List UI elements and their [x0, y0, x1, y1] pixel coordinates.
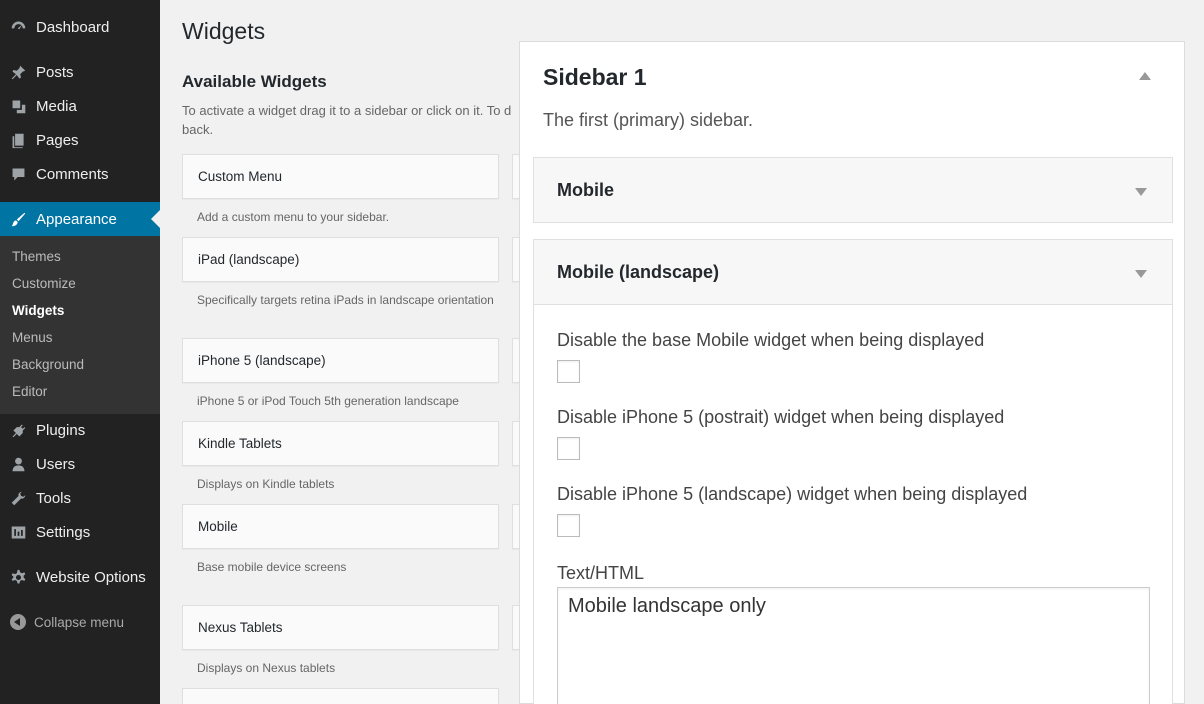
widget-title: iPad (landscape) [198, 252, 300, 267]
disable-mobile-label: Disable the base Mobile widget when bein… [557, 330, 985, 350]
collapse-menu-button[interactable]: Collapse menu [0, 610, 160, 634]
media-icon [9, 97, 27, 115]
menu-item-comments[interactable]: Comments [0, 157, 160, 191]
dashboard-icon [9, 18, 27, 36]
menu-label: Plugins [36, 421, 86, 439]
menu-label: Settings [36, 523, 91, 541]
widget-description: Displays on Kindle tablets [197, 477, 335, 491]
widget-title: Nexus Tablets [198, 620, 283, 635]
widget-nexus-tablets[interactable]: Nexus Tablets [182, 605, 499, 650]
menu-label: Website Options [36, 568, 146, 586]
submenu-editor[interactable]: Editor [12, 384, 47, 399]
menu-item-plugins[interactable]: Plugins [0, 413, 160, 447]
menu-label: Posts [36, 63, 74, 81]
sidebar-title: Sidebar 1 [543, 64, 647, 90]
widget-ipad-landscape[interactable]: iPad (landscape) [182, 237, 499, 282]
menu-item-website-options[interactable]: Website Options [0, 560, 160, 594]
widget-next[interactable] [182, 688, 499, 704]
widget-settings-form: Disable the base Mobile widget when bein… [533, 305, 1173, 704]
widget-mobile[interactable]: Mobile [182, 504, 499, 549]
menu-item-appearance[interactable]: Appearance [0, 202, 160, 236]
menu-label: Media [36, 97, 77, 115]
brush-icon [9, 210, 27, 228]
menu-label: Users [36, 455, 76, 473]
menu-label: Appearance [36, 210, 117, 228]
user-icon [9, 455, 27, 473]
disable-iphone5-landscape-checkbox[interactable] [557, 514, 580, 537]
text-html-textarea[interactable]: Mobile landscape only [557, 587, 1150, 704]
widget-iphone5-landscape[interactable]: iPhone 5 (landscape) [182, 338, 499, 383]
menu-label: Comments [36, 165, 109, 183]
sidebar-widget-title: Mobile (landscape) [557, 262, 720, 282]
page-title: Widgets [182, 18, 266, 44]
sidebar-description: The first (primary) sidebar. [543, 110, 754, 130]
menu-item-posts[interactable]: Posts [0, 55, 160, 89]
collapse-label: Collapse menu [34, 614, 125, 630]
widget-title: iPhone 5 (landscape) [198, 353, 326, 368]
submenu-themes[interactable]: Themes [12, 249, 61, 264]
expand-arrow-icon[interactable] [1134, 267, 1148, 281]
widget-custom-menu[interactable]: Custom Menu [182, 154, 499, 199]
pin-icon [9, 63, 27, 81]
disable-iphone5-portrait-checkbox[interactable] [557, 437, 580, 460]
comment-icon [9, 165, 27, 183]
appearance-submenu: Themes Customize Widgets Menus Backgroun… [0, 236, 160, 414]
sidebar-1-panel: Sidebar 1 The first (primary) sidebar. M… [519, 41, 1185, 704]
widget-title: Mobile [198, 519, 238, 534]
menu-item-pages[interactable]: Pages [0, 123, 160, 157]
disable-mobile-checkbox[interactable] [557, 360, 580, 383]
menu-item-users[interactable]: Users [0, 447, 160, 481]
menu-label: Pages [36, 131, 79, 149]
widget-description: Displays on Nexus tablets [197, 661, 336, 675]
admin-menu: Dashboard Posts Media Pages Comments App… [0, 0, 160, 704]
settings-icon [9, 523, 27, 541]
menu-item-settings[interactable]: Settings [0, 515, 160, 549]
submenu-customize[interactable]: Customize [12, 276, 76, 291]
wrench-icon [9, 489, 27, 507]
available-widgets-desc: To activate a widget drag it to a sideba… [182, 103, 512, 137]
sidebar-widget-mobile-landscape[interactable]: Mobile (landscape) [533, 239, 1173, 305]
text-html-label: Text/HTML [557, 563, 645, 583]
collapse-arrow-icon[interactable] [1138, 69, 1152, 83]
sidebar-widget-mobile[interactable]: Mobile [533, 157, 1173, 223]
menu-label: Dashboard [36, 18, 110, 36]
menu-label: Tools [36, 489, 72, 507]
collapse-icon [10, 614, 26, 630]
disable-iphone5-portrait-label: Disable iPhone 5 (postrait) widget when … [557, 407, 1005, 427]
menu-item-media[interactable]: Media [0, 89, 160, 123]
available-widgets-title: Available Widgets [182, 72, 327, 91]
submenu-menus[interactable]: Menus [12, 330, 53, 345]
sidebar-widget-title: Mobile [557, 180, 614, 200]
expand-arrow-icon[interactable] [1134, 185, 1148, 199]
widget-title: Custom Menu [198, 169, 283, 184]
widget-description: Specifically targets retina iPads in lan… [197, 293, 494, 307]
submenu-background[interactable]: Background [12, 357, 84, 372]
menu-item-dashboard[interactable]: Dashboard [0, 10, 160, 44]
plug-icon [9, 421, 27, 439]
widget-description: Add a custom menu to your sidebar. [197, 210, 390, 224]
gear-icon [9, 568, 27, 586]
submenu-widgets[interactable]: Widgets [12, 303, 64, 318]
menu-item-tools[interactable]: Tools [0, 481, 160, 515]
pages-icon [9, 131, 27, 149]
disable-iphone5-landscape-label: Disable iPhone 5 (landscape) widget when… [557, 484, 1028, 504]
widget-title: Kindle Tablets [198, 436, 282, 451]
widget-description: iPhone 5 or iPod Touch 5th generation la… [197, 394, 459, 408]
widget-kindle-tablets[interactable]: Kindle Tablets [182, 421, 499, 466]
widget-description: Base mobile device screens [197, 560, 347, 574]
